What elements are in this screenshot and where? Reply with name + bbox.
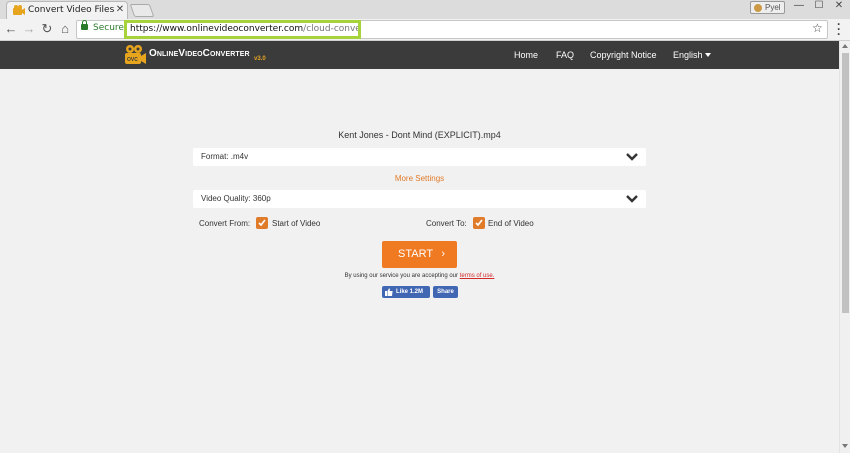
terms-prefix: By using our service you are accepting o… — [344, 273, 459, 279]
url-path: /cloud-converter — [303, 24, 361, 34]
scroll-up-icon[interactable] — [842, 44, 848, 48]
more-settings-link[interactable]: More Settings — [193, 174, 646, 183]
profile-icon — [754, 4, 762, 12]
browser-tabstrip: Convert Video Files to M ✕ Pyel — ☐ ✕ — [0, 0, 850, 19]
tab-title: Convert Video Files to M — [28, 5, 114, 15]
convert-from-value[interactable]: Start of Video — [272, 219, 320, 228]
convert-from-label: Convert From: — [199, 219, 251, 228]
facebook-like-count: Like 1.2M — [396, 289, 424, 295]
quality-value: Video Quality: 360p — [201, 194, 271, 203]
maximize-icon[interactable]: ☐ — [810, 1, 828, 13]
nav-language-dropdown[interactable]: English — [673, 50, 711, 60]
thumbs-up-icon — [385, 288, 393, 296]
convert-to-value[interactable]: End of Video — [488, 219, 534, 228]
convert-to-label: Convert To: — [426, 219, 467, 228]
nav-home[interactable]: Home — [514, 50, 538, 60]
logo-badge: OVC — [127, 57, 138, 63]
scroll-thumb[interactable] — [842, 53, 849, 313]
secure-label: Secure — [93, 23, 124, 33]
tab-close-icon[interactable]: ✕ — [115, 4, 125, 15]
format-select[interactable]: Format: .m4v — [193, 148, 646, 166]
ovc-favicon-icon — [13, 5, 25, 15]
minimize-icon[interactable]: — — [790, 1, 808, 13]
check-icon — [475, 219, 483, 227]
bookmark-star-icon[interactable]: ☆ — [812, 21, 823, 35]
check-icon — [258, 219, 266, 227]
chevron-down-icon — [626, 153, 638, 161]
url-host: https://www.onlinevideoconverter.com — [130, 24, 304, 34]
logo-version: v3.0 — [254, 56, 266, 62]
browser-tab[interactable]: Convert Video Files to M ✕ — [6, 1, 128, 19]
nav-copyright-notice[interactable]: Copyright Notice — [590, 50, 657, 60]
caret-down-icon — [704, 53, 711, 57]
ovc-logo-icon[interactable]: OVC — [124, 44, 146, 66]
facebook-like-button[interactable]: Like 1.2M — [382, 286, 430, 298]
page-scrollbar[interactable] — [839, 41, 850, 453]
start-button[interactable]: START › — [382, 241, 457, 268]
back-icon[interactable]: ← — [3, 21, 19, 37]
reload-icon[interactable]: ↻ — [39, 21, 55, 37]
profile-name: Pyel — [765, 3, 781, 12]
browser-menu-icon[interactable]: · · · — [836, 18, 842, 40]
home-icon[interactable]: ⌂ — [57, 21, 73, 37]
nav-faq[interactable]: FAQ — [556, 50, 574, 60]
lock-icon — [81, 20, 88, 30]
site-header: OVC OnlineVideoConverter v3.0 Home FAQ C… — [0, 41, 839, 69]
new-tab-button[interactable] — [129, 4, 155, 17]
scroll-down-icon[interactable] — [842, 444, 848, 448]
profile-button[interactable]: Pyel — [750, 1, 785, 14]
secure-indicator[interactable]: Secure — [81, 20, 124, 33]
logo-text[interactable]: OnlineVideoConverter — [149, 48, 250, 59]
quality-select[interactable]: Video Quality: 360p — [193, 190, 646, 208]
browser-toolbar: ← → ↻ ⌂ Secure https://www.onlinevideoco… — [0, 19, 850, 41]
facebook-share-button[interactable]: Share — [433, 286, 458, 298]
convert-from-checkbox[interactable] — [256, 217, 268, 229]
format-value: Format: .m4v — [201, 152, 249, 161]
convert-to-checkbox[interactable] — [473, 217, 485, 229]
url-text[interactable]: https://www.onlinevideoconverter.com/clo… — [124, 20, 361, 39]
close-window-icon[interactable]: ✕ — [830, 1, 848, 13]
file-name: Kent Jones - Dont Mind (EXPLICIT).mp4 — [338, 130, 501, 140]
start-label: START — [398, 248, 434, 260]
language-label: English — [673, 50, 703, 60]
terms-of-use-link[interactable]: terms of use. — [460, 273, 495, 279]
forward-icon[interactable]: → — [21, 21, 37, 37]
address-bar[interactable]: Secure https://www.onlinevideoconverter.… — [76, 20, 828, 39]
chevron-down-icon — [626, 195, 638, 203]
terms-notice: By using our service you are accepting o… — [193, 273, 646, 279]
arrow-right-icon: › — [441, 248, 445, 260]
